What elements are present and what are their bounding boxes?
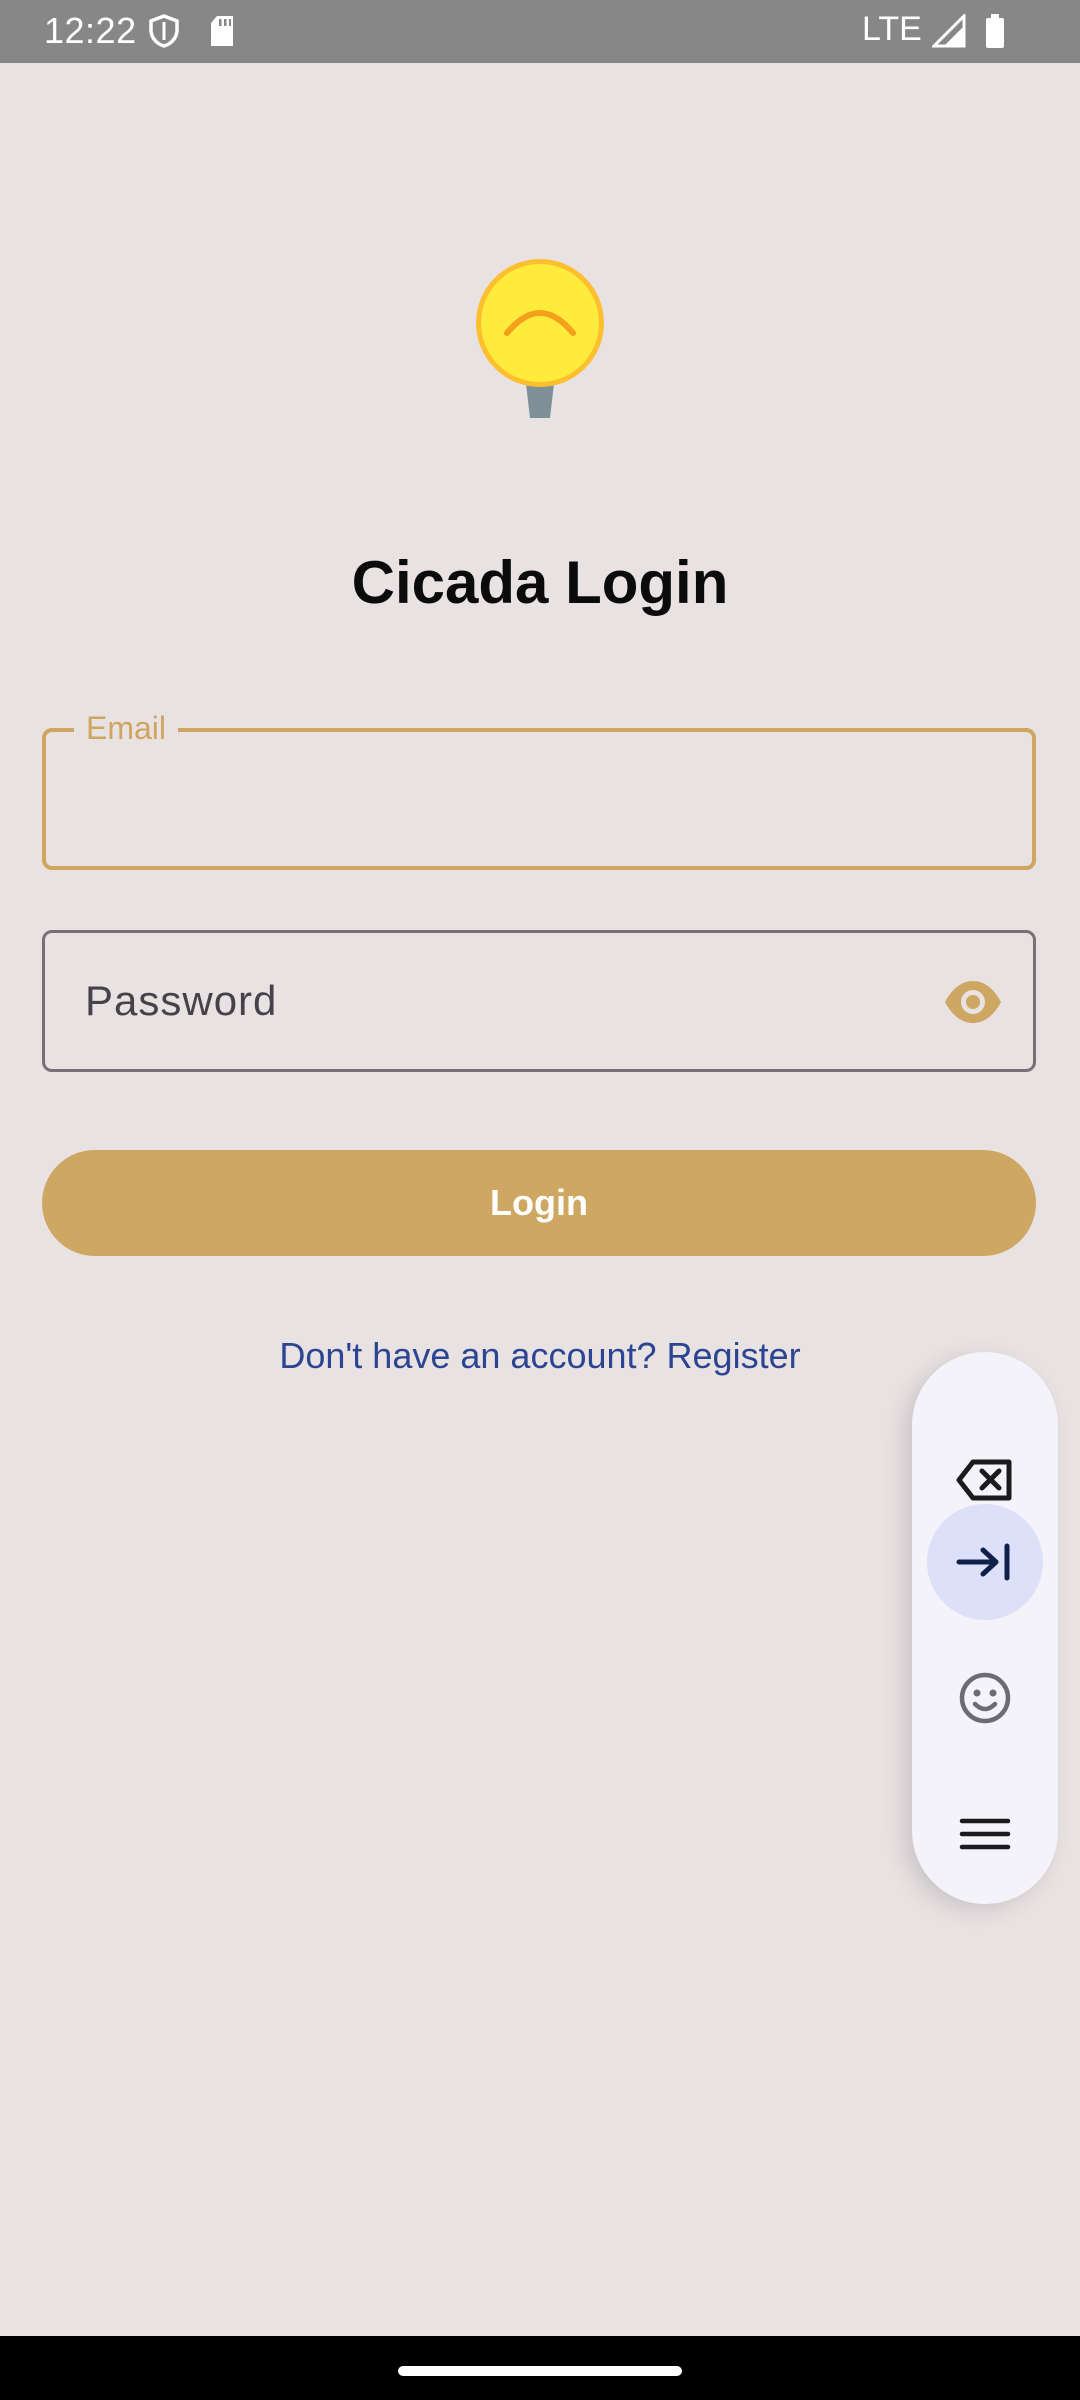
signal-icon (930, 12, 966, 53)
network-type: LTE (862, 10, 922, 48)
navigation-bar (0, 2336, 1080, 2400)
battery-icon (984, 14, 1006, 53)
tab-icon (956, 1543, 1010, 1581)
password-placeholder: Password (85, 977, 278, 1024)
emoji-button[interactable] (927, 1640, 1043, 1756)
backspace-icon (956, 1459, 1012, 1501)
status-time: 12:22 (44, 10, 137, 51)
emoji-icon (959, 1672, 1011, 1724)
password-field[interactable]: Password (42, 930, 1036, 1072)
page-title: Cicada Login (351, 549, 729, 616)
menu-button[interactable] (927, 1776, 1043, 1892)
email-field[interactable]: Email (42, 710, 1036, 870)
login-button[interactable]: Login (42, 1150, 1036, 1256)
status-bar: 12:22 LTE (0, 0, 1080, 63)
lightbulb-logo (470, 255, 610, 425)
menu-icon (959, 1818, 1011, 1850)
tab-button[interactable] (927, 1504, 1043, 1620)
register-link[interactable]: Don't have an account? Register (0, 1335, 1080, 1377)
shield-icon (148, 14, 180, 53)
sd-card-icon (208, 14, 236, 53)
email-label: Email (74, 710, 179, 747)
eye-icon[interactable] (943, 979, 1003, 1025)
home-handle[interactable] (398, 2366, 682, 2376)
keyboard-toolbar (912, 1352, 1058, 1904)
